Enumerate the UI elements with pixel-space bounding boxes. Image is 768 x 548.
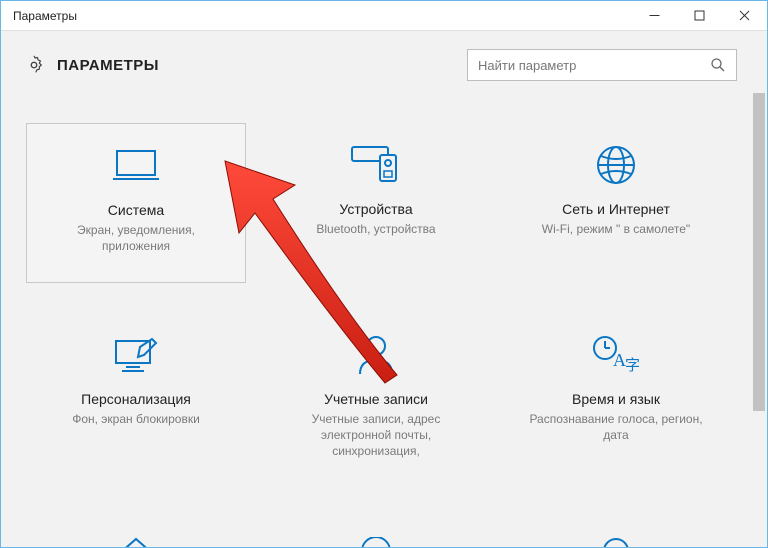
content-wrap: Система Экран, уведомления, приложения [1, 93, 767, 547]
tile-subtitle: Экран, уведомления, приложения [37, 222, 235, 254]
time-language-icon: A 字 [591, 331, 641, 379]
tile-network[interactable]: Сеть и Интернет Wi-Fi, режим " в самолет… [506, 123, 726, 283]
scroll-track[interactable] [751, 93, 767, 547]
header-left: ПАРАМЕТРЫ [23, 54, 159, 76]
tiles-grid: Система Экран, уведомления, приложения [26, 123, 726, 547]
partial-icon [356, 522, 396, 547]
svg-text:字: 字 [625, 357, 640, 374]
search-input[interactable] [478, 58, 710, 73]
tile-title: Система [108, 202, 164, 218]
minimize-icon [649, 10, 660, 21]
maximize-button[interactable] [677, 1, 722, 30]
globe-icon [595, 141, 637, 189]
close-button[interactable] [722, 1, 767, 30]
window-title: Параметры [13, 9, 77, 23]
partial-icon [116, 522, 156, 547]
tile-subtitle: Фон, экран блокировки [66, 411, 206, 427]
settings-window: Параметры ПАРАМЕТРЫ [0, 0, 768, 548]
tile-partial-3[interactable] [506, 504, 726, 547]
scroll-thumb[interactable] [753, 93, 765, 411]
tile-title: Время и язык [572, 391, 660, 407]
partial-icon [596, 522, 636, 547]
search-icon [710, 57, 726, 73]
tile-title: Сеть и Интернет [562, 201, 670, 217]
titlebar-controls [632, 1, 767, 30]
tile-subtitle: Распознавание голоса, регион, дата [516, 411, 716, 443]
header: ПАРАМЕТРЫ [1, 31, 767, 93]
tile-partial-1[interactable] [26, 504, 246, 547]
display-icon [111, 142, 161, 190]
tile-system[interactable]: Система Экран, уведомления, приложения [26, 123, 246, 283]
tile-time-language[interactable]: A 字 Время и язык Распознавание голоса, р… [506, 313, 726, 474]
tile-title: Устройства [339, 201, 412, 217]
tile-subtitle: Wi-Fi, режим " в самолете" [536, 221, 696, 237]
tile-partial-2[interactable] [266, 504, 486, 547]
tile-accounts[interactable]: Учетные записи Учетные записи, адрес эле… [266, 313, 486, 474]
devices-icon [350, 141, 402, 189]
tile-devices[interactable]: Устройства Bluetooth, устройства [266, 123, 486, 283]
page-title: ПАРАМЕТРЫ [57, 57, 159, 74]
tile-subtitle: Учетные записи, адрес электронной почты,… [276, 411, 476, 460]
tile-subtitle: Bluetooth, устройства [310, 221, 441, 237]
tile-title: Персонализация [81, 391, 191, 407]
scrollbar[interactable] [751, 93, 767, 547]
tile-title: Учетные записи [324, 391, 428, 407]
person-icon [356, 331, 396, 379]
content: Система Экран, уведомления, приложения [1, 93, 751, 547]
search-box[interactable] [467, 49, 737, 81]
minimize-button[interactable] [632, 1, 677, 30]
titlebar: Параметры [1, 1, 767, 31]
personalization-icon [112, 331, 160, 379]
tile-personalization[interactable]: Персонализация Фон, экран блокировки [26, 313, 246, 474]
maximize-icon [694, 10, 705, 21]
gear-icon [23, 54, 45, 76]
close-icon [739, 10, 750, 21]
